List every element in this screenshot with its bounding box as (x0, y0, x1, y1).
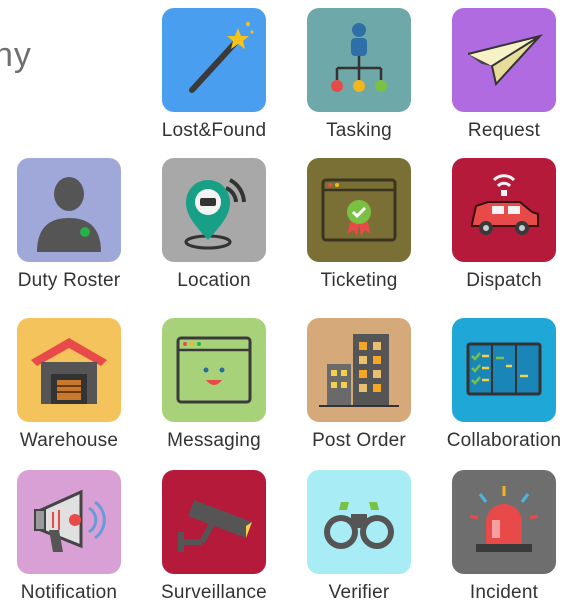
tile-label: Location (177, 270, 251, 291)
tile-post-order[interactable]: Post Order (299, 318, 419, 452)
building-icon (319, 334, 399, 407)
alarm-light-icon (469, 486, 539, 552)
paper-plane-icon (467, 34, 543, 87)
chat-window-icon (176, 336, 252, 404)
tile-label: Messaging (167, 430, 261, 451)
tile-icon-box (162, 8, 266, 112)
vehicle-icon (471, 174, 539, 235)
warehouse-icon (31, 338, 107, 404)
page-title: ny (0, 36, 32, 74)
org-chart-icon (331, 23, 387, 92)
tile-label: Collaboration (446, 430, 562, 451)
tile-icon-box (162, 318, 266, 422)
tile-icon-box (452, 470, 556, 574)
tile-icon-box (307, 470, 411, 574)
megaphone-icon (34, 489, 106, 552)
tile-label: Duty Roster (17, 270, 121, 291)
tile-icon-box (452, 318, 556, 422)
tile-label: Lost&Found (161, 120, 267, 141)
tile-duty-roster[interactable]: Duty Roster (9, 158, 129, 292)
tile-tasking[interactable]: Tasking (299, 8, 419, 142)
location-pin-icon (184, 178, 246, 250)
tile-messaging[interactable]: Messaging (154, 318, 274, 452)
tile-icon-box (17, 470, 121, 574)
magic-wand-icon (189, 22, 254, 93)
tile-warehouse[interactable]: Warehouse (9, 318, 129, 452)
tile-lost-found[interactable]: Lost&Found (154, 8, 274, 142)
tile-dispatch[interactable]: Dispatch (444, 158, 564, 292)
tile-surveillance[interactable]: Surveillance (154, 470, 274, 604)
tile-label: Request (467, 120, 541, 141)
tile-icon-box (452, 158, 556, 262)
tile-icon-box (307, 158, 411, 262)
tile-collaboration[interactable]: Collaboration (444, 318, 564, 452)
tile-icon-box (452, 8, 556, 112)
tile-incident[interactable]: Incident (444, 470, 564, 604)
cctv-camera-icon (178, 500, 252, 552)
tile-location[interactable]: Location (154, 158, 274, 292)
board-icon (466, 342, 542, 396)
tile-icon-box (17, 318, 121, 422)
tile-label: Warehouse (19, 430, 119, 451)
tile-label: Tasking (326, 120, 392, 141)
tile-icon-box (162, 470, 266, 574)
certificate-icon (321, 178, 397, 242)
tile-icon-box (307, 318, 411, 422)
binoculars-icon (324, 502, 394, 549)
tile-icon-box (307, 8, 411, 112)
tile-notification[interactable]: Notification (9, 470, 129, 604)
user-icon (37, 177, 101, 252)
tile-label: Dispatch (466, 270, 542, 291)
tile-ticketing[interactable]: Ticketing (299, 158, 419, 292)
tile-icon-box (17, 158, 121, 262)
tile-label: Ticketing (320, 270, 398, 291)
tile-label: Post Order (312, 430, 406, 451)
tile-icon-box (162, 158, 266, 262)
tile-request[interactable]: Request (444, 8, 564, 142)
tile-verifier[interactable]: Verifier (299, 470, 419, 604)
